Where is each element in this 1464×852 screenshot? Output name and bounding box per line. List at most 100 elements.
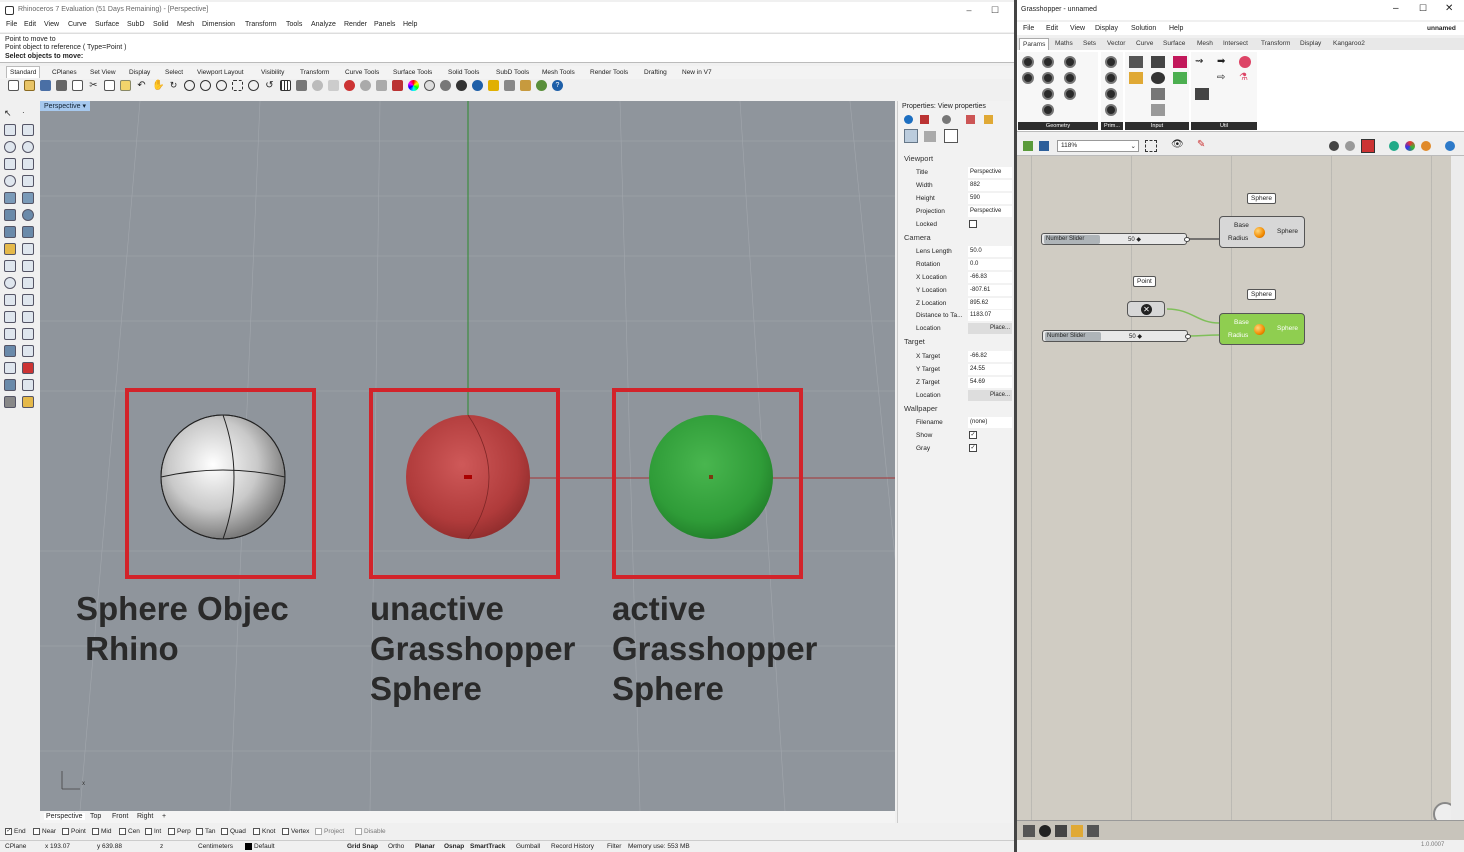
rhino-sphere[interactable]	[160, 414, 286, 540]
menu-view[interactable]: View	[44, 21, 59, 28]
join-icon[interactable]	[4, 277, 16, 289]
fillet-icon[interactable]	[22, 243, 34, 255]
offset-icon[interactable]	[4, 294, 16, 306]
paste-icon[interactable]	[120, 80, 131, 91]
tab-new-in-v7[interactable]: New in V7	[682, 69, 712, 76]
color-wheel-icon[interactable]	[408, 80, 419, 91]
button-icon[interactable]	[1151, 88, 1165, 100]
box-icon[interactable]	[4, 209, 16, 221]
camera-icon[interactable]	[904, 129, 918, 143]
wallpaper-filename[interactable]: (none)	[968, 417, 1012, 428]
mirror-icon[interactable]	[22, 328, 34, 340]
add-tab-icon[interactable]: +	[162, 813, 166, 820]
status-units[interactable]: Centimeters	[198, 843, 233, 850]
toggle-planar[interactable]: Planar	[415, 843, 435, 850]
print-icon[interactable]	[56, 80, 67, 91]
polyline-icon[interactable]	[4, 124, 16, 136]
car-icon[interactable]	[312, 80, 323, 91]
gh-menu-view[interactable]: View	[1070, 25, 1085, 32]
light-icon[interactable]	[488, 80, 499, 91]
tab-mesh-tools[interactable]: Mesh Tools	[542, 69, 575, 76]
param-icon[interactable]	[1042, 56, 1054, 68]
wireframe-sphere-icon[interactable]	[424, 80, 435, 91]
explode-icon[interactable]	[22, 277, 34, 289]
gh-vertical-scrollbar[interactable]	[1451, 156, 1464, 820]
osnap-knot[interactable]: Knot	[253, 828, 275, 835]
number-slider[interactable]: Number Slider 50 ◆	[1042, 330, 1191, 342]
freeform-icon[interactable]	[22, 175, 34, 187]
lock-icon[interactable]	[376, 80, 387, 91]
tab-transform[interactable]: Transform	[300, 69, 329, 76]
toggle-record-history[interactable]: Record History	[551, 843, 594, 850]
command-area[interactable]: Point to move to Point object to referen…	[0, 33, 1014, 63]
osnap-point[interactable]: Point	[62, 828, 86, 835]
tab-viewport-layout[interactable]: Viewport Layout	[197, 69, 244, 76]
minimize-icon[interactable]: –	[958, 5, 980, 17]
value-list-icon[interactable]	[1151, 104, 1165, 116]
param-icon[interactable]	[1042, 72, 1054, 84]
save-icon[interactable]	[1039, 141, 1049, 151]
hatch-icon[interactable]	[4, 362, 16, 374]
render-sphere-icon[interactable]	[472, 80, 483, 91]
param-icon[interactable]	[1042, 88, 1054, 100]
shaded-preview-icon[interactable]	[1361, 139, 1375, 153]
toggle-ortho[interactable]: Ortho	[388, 843, 404, 850]
undo-icon[interactable]: ↶	[136, 80, 147, 91]
pan-icon[interactable]: ✋	[152, 80, 164, 91]
tab-set-view[interactable]: Set View	[90, 69, 116, 76]
gh-tab-kangaroo2[interactable]: Kangaroo2	[1333, 40, 1365, 47]
gh-tab-transform[interactable]: Transform	[1261, 40, 1290, 47]
menu-surface[interactable]: Surface	[95, 21, 119, 28]
toggle-osnap[interactable]: Osnap	[444, 843, 464, 850]
zoom-extents-icon[interactable]	[1145, 140, 1157, 152]
param-icon[interactable]	[1105, 56, 1117, 68]
extrude-icon[interactable]	[4, 226, 16, 238]
prop-value[interactable]: 882	[968, 180, 1012, 191]
pin-icon[interactable]	[344, 80, 355, 91]
render-preview-icon[interactable]	[1445, 141, 1455, 151]
tab-select[interactable]: Select	[165, 69, 183, 76]
boolean-icon[interactable]	[4, 345, 16, 357]
mesh-icon[interactable]	[22, 226, 34, 238]
point-tool-icon[interactable]	[1039, 825, 1051, 837]
block-icon[interactable]	[4, 379, 16, 391]
trim-icon[interactable]	[4, 260, 16, 272]
perspective-viewport[interactable]: Perspective ▾ x Sphere Objec Rhino unact…	[40, 101, 895, 811]
object-props-icon[interactable]	[904, 115, 913, 124]
gear-icon[interactable]	[504, 80, 515, 91]
menu-render[interactable]: Render	[344, 21, 367, 28]
tab-surface-tools[interactable]: Surface Tools	[393, 69, 432, 76]
tab-solid-tools[interactable]: Solid Tools	[448, 69, 479, 76]
grid-icon[interactable]	[280, 80, 291, 91]
scale-icon[interactable]	[4, 311, 16, 323]
zoom-extents-icon[interactable]	[216, 80, 227, 91]
flask-icon[interactable]: ⚗	[1239, 72, 1251, 84]
prop-value[interactable]: 1183.07	[968, 310, 1012, 321]
colour-picker-icon[interactable]	[1173, 72, 1187, 84]
prop-value[interactable]: -66.82	[968, 351, 1012, 362]
polygon-icon[interactable]	[4, 175, 16, 187]
gh-tab-vector[interactable]: Vector	[1107, 40, 1125, 47]
osnap-cen[interactable]: Cen	[119, 828, 140, 835]
zoom-window-icon[interactable]	[200, 80, 211, 91]
show-checkbox[interactable]: ✓	[969, 431, 977, 439]
menu-mesh[interactable]: Mesh	[177, 21, 194, 28]
menu-analyze[interactable]: Analyze	[311, 21, 336, 28]
gh-tab-maths[interactable]: Maths	[1055, 40, 1073, 47]
rendered-sphere-icon[interactable]	[456, 80, 467, 91]
minimize-icon[interactable]: –	[1393, 3, 1399, 14]
document-preview-icon[interactable]	[1405, 141, 1415, 151]
array-icon[interactable]	[4, 328, 16, 340]
camera-place-button[interactable]: Place...	[968, 323, 1012, 334]
text-icon[interactable]	[22, 362, 34, 374]
gh-menu-file[interactable]: File	[1023, 25, 1034, 32]
sphere-component[interactable]: Base Radius Sphere	[1219, 216, 1305, 248]
tab-front[interactable]: Front	[112, 813, 128, 820]
gh-menu-solution[interactable]: Solution	[1131, 25, 1156, 32]
circle-icon[interactable]	[4, 141, 16, 153]
zoom-selected-icon[interactable]	[232, 80, 243, 91]
menu-curve[interactable]: Curve	[68, 21, 87, 28]
named-view-icon[interactable]	[924, 131, 936, 142]
tab-curve-tools[interactable]: Curve Tools	[345, 69, 379, 76]
osnap-tan[interactable]: Tan	[196, 828, 215, 835]
